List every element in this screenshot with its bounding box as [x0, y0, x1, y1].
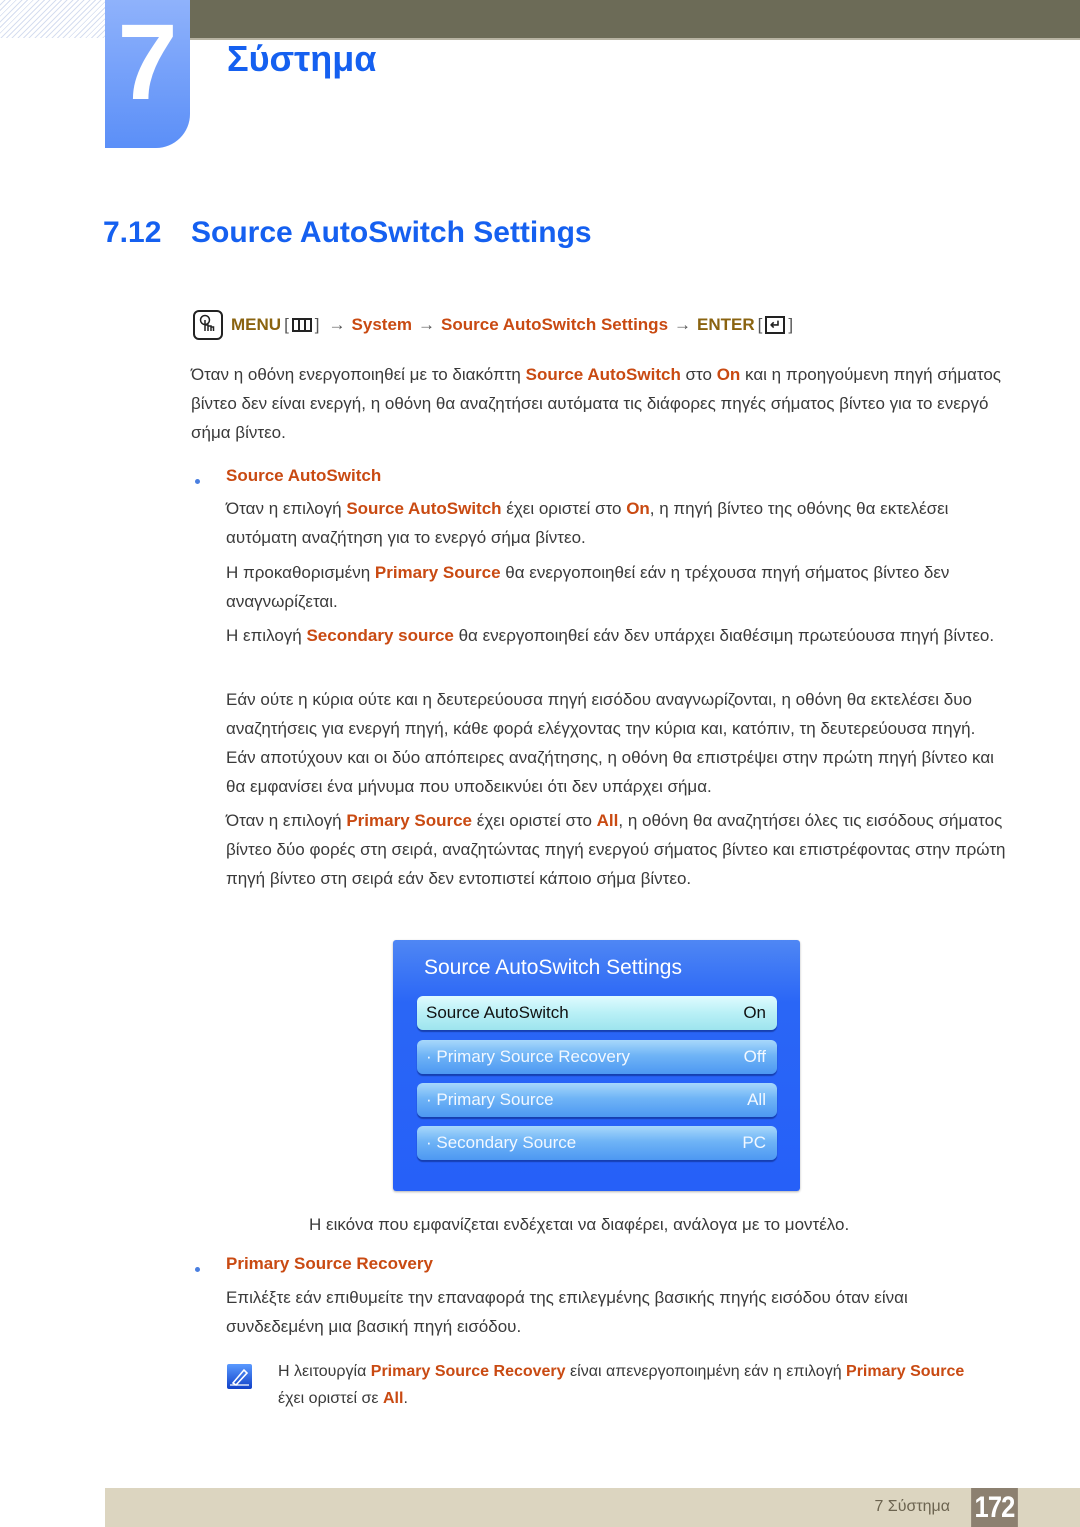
paragraph: Η προκαθορισμένη Primary Source θα ενεργ… [226, 558, 1006, 616]
image-caption: Η εικόνα που εμφανίζεται ενδέχεται να δι… [309, 1215, 850, 1234]
keyword: Primary Source [374, 563, 501, 582]
text: Όταν η επιλογή [226, 499, 347, 518]
text: Όταν η επιλογή [226, 811, 347, 830]
chapter-tab: 7 [105, 0, 190, 148]
text: στο [680, 365, 717, 384]
text: Όταν η οθόνη ενεργοποιηθεί με το διακόπτ… [191, 365, 526, 384]
keyword: Secondary source [306, 626, 454, 645]
paragraph: Όταν η επιλογή Primary Source έχει οριστ… [226, 806, 1006, 893]
keyword: All [596, 811, 619, 830]
osd-row-value: On [743, 1003, 766, 1022]
menu-label: MENU [231, 315, 282, 334]
arrow-icon: → [674, 315, 692, 334]
header-bar [190, 0, 1080, 40]
section-title: 7.12 Source AutoSwitch Settings [103, 216, 592, 250]
osd-row-value: All [747, 1090, 766, 1109]
bullet-icon [195, 479, 200, 484]
keyword: Primary Source Recovery [370, 1363, 566, 1380]
bracket: ] [788, 315, 794, 334]
osd-row-label: · Primary Source Recovery [426, 1047, 631, 1066]
text: Η λειτουργία [278, 1363, 371, 1380]
bracket: [ [757, 315, 763, 334]
arrow-icon: → [328, 315, 346, 334]
osd-row-source-autoswitch[interactable]: Source AutoSwitch On [417, 996, 777, 1030]
footer-chapter-label: 7 Σύστημα [874, 1498, 950, 1515]
paragraph: Επιλέξτε εάν επιθυμείτε την επαναφορά τη… [226, 1283, 1006, 1341]
text: έχει οριστεί στο [501, 499, 627, 518]
keyword: Source AutoSwitch [346, 499, 502, 518]
bracket: [ [284, 315, 289, 334]
chapter-title: Σύστημα [227, 38, 377, 79]
paragraph: Η επιλογή Secondary source θα ενεργοποιη… [226, 621, 1006, 650]
text: θα ενεργοποιηθεί εάν δεν υπάρχει διαθέσι… [453, 626, 995, 645]
text: Η προκαθορισμένη [226, 563, 375, 582]
text: έχει οριστεί στο [472, 811, 597, 830]
decorative-hatch [0, 0, 105, 38]
arrow-icon: → [418, 315, 436, 334]
bracket: ] [314, 315, 320, 334]
hand-pointer-icon [193, 310, 223, 340]
page-label: Source AutoSwitch Settings [441, 315, 669, 334]
keyword: Primary Source [846, 1363, 965, 1380]
keyword: On [716, 365, 741, 384]
osd-title: Source AutoSwitch Settings [424, 956, 682, 979]
footer-bar: 7 Σύστημα 172 [105, 1488, 1080, 1527]
keyword: Source AutoSwitch [525, 365, 681, 384]
bullet-heading: Source AutoSwitch [226, 466, 382, 485]
chapter-number: 7 [117, 1, 178, 122]
keyword: Primary Source [346, 811, 473, 830]
osd-row-primary-source-recovery[interactable]: · Primary Source Recovery Off [417, 1040, 777, 1074]
note-text: Η λειτουργία Primary Source Recovery είν… [278, 1358, 978, 1412]
menu-grid-icon [291, 318, 312, 332]
text: Εάν ούτε η κύρια ούτε και η δευτερεύουσα… [226, 690, 994, 796]
paragraph: Όταν η επιλογή Source AutoSwitch έχει ορ… [226, 494, 1006, 552]
section-number: 7.12 [103, 216, 162, 249]
paragraph: Εάν ούτε η κύρια ούτε και η δευτερεύουσα… [226, 685, 1006, 801]
text: Η επιλογή [226, 626, 307, 645]
text: είναι απενεργοποιημένη εάν η επιλογή [565, 1363, 847, 1380]
osd-row-value: PC [742, 1133, 766, 1152]
menu-path: MENU [] → System → Source AutoSwitch Set… [193, 306, 796, 344]
osd-row-label: · Secondary Source [426, 1133, 577, 1152]
osd-row-label: Source AutoSwitch [426, 1003, 569, 1022]
osd-row-primary-source[interactable]: · Primary Source All [417, 1083, 777, 1117]
intro-paragraph: Όταν η οθόνη ενεργοποιηθεί με το διακόπτ… [191, 360, 1011, 447]
enter-return-icon: ↵ [765, 316, 786, 334]
osd-settings-panel: Source AutoSwitch Settings Source AutoSw… [393, 940, 800, 1191]
text: έχει οριστεί σε [278, 1390, 383, 1407]
osd-row-label: · Primary Source [426, 1090, 554, 1109]
note-pencil-icon [227, 1364, 252, 1389]
text: . [403, 1390, 408, 1407]
text: Επιλέξτε εάν επιθυμείτε την επαναφορά τη… [226, 1288, 908, 1336]
bullet-heading: Primary Source Recovery [226, 1254, 433, 1273]
bullet-icon [195, 1267, 200, 1272]
keyword: All [383, 1390, 404, 1407]
enter-label: ENTER [697, 315, 755, 334]
system-label: System [351, 315, 413, 334]
osd-row-value: Off [743, 1047, 766, 1066]
page-number: 172 [971, 1488, 1018, 1527]
osd-row-secondary-source[interactable]: · Secondary Source PC [417, 1126, 777, 1160]
keyword: On [626, 499, 650, 518]
section-title-text: Source AutoSwitch Settings [191, 216, 592, 249]
